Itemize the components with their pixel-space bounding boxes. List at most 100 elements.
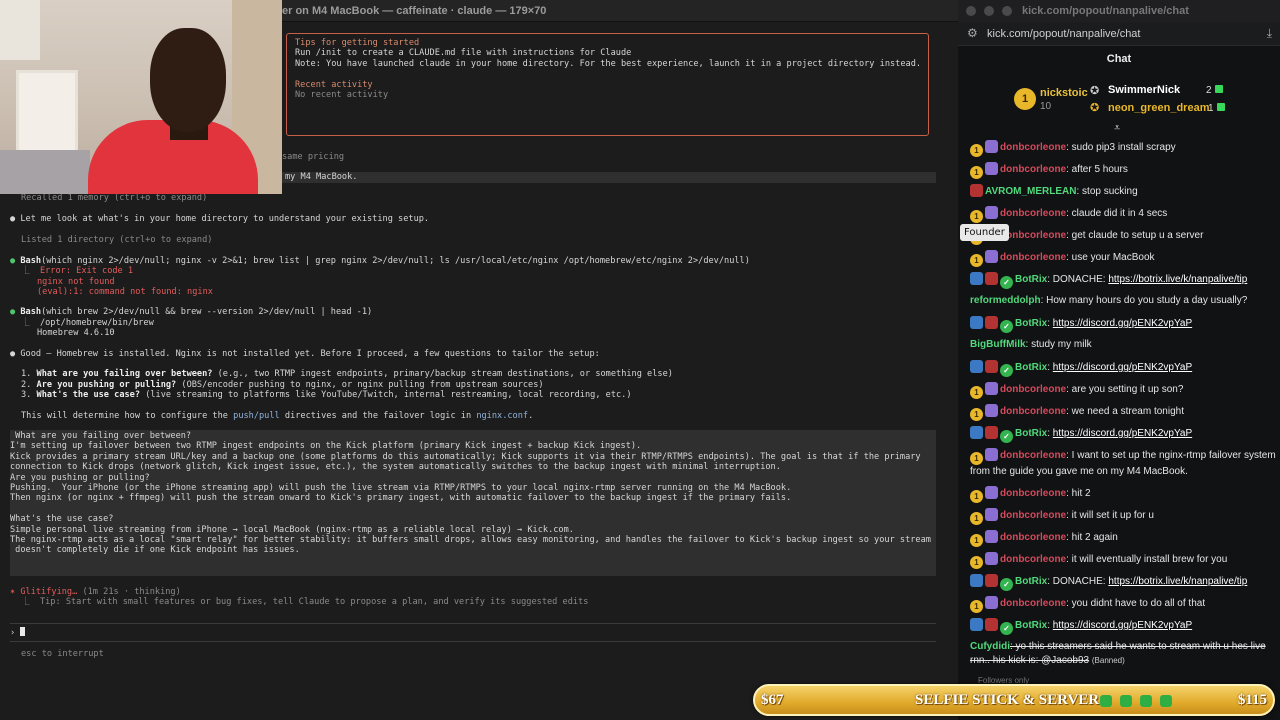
question-detail: (live streaming to platforms like YouTub…: [140, 390, 632, 400]
chat-header: Chat: [1106, 53, 1132, 65]
mod-badge-icon: [985, 360, 998, 373]
output-text: /opt/homebrew/bin/brew: [39, 318, 154, 328]
leader-count: 1: [1208, 103, 1225, 114]
answer-line: What are you failing over between?: [10, 431, 192, 441]
mod-badge-icon: [985, 272, 998, 285]
tip-line-1: Run /init to create a CLAUDE.md file wit…: [295, 48, 632, 58]
chat-link[interactable]: https://discord.gg/pENK2vpYaP: [1053, 362, 1192, 373]
chat-username[interactable]: BigBuffMilk: [970, 339, 1026, 350]
chat-message: 1 donbcorleone: it will set it up for u: [970, 508, 1276, 525]
listed-directory[interactable]: Listed 1 directory (ctrl+o to expand): [21, 235, 212, 246]
status-tip: ⎿ Tip: Start with small features or bug …: [21, 597, 589, 607]
chat-username[interactable]: donbcorleone: [1000, 384, 1066, 395]
webcam-window: [16, 70, 78, 156]
chat-text: : it will set it up for u: [1066, 510, 1154, 521]
chat-username[interactable]: BotRix: [1015, 576, 1047, 587]
leader-name[interactable]: nickstoic: [1040, 87, 1088, 99]
bot-badge-icon: [970, 426, 983, 439]
chat-username[interactable]: donbcorleone: [1000, 532, 1066, 543]
chat-username[interactable]: donbcorleone: [1000, 208, 1066, 219]
webcam-overlay: [0, 0, 282, 194]
site-settings-icon[interactable]: ⚙: [967, 26, 978, 40]
close-dot-icon[interactable]: [966, 6, 976, 16]
chat-text: : we need a stream tonight: [1066, 406, 1184, 417]
chat-text: : How many hours do you study a day usua…: [1040, 295, 1248, 306]
chat-message: ✓ BotRix: https://discord.gg/pENK2vpYaP: [970, 426, 1276, 443]
chat-username[interactable]: BotRix: [1015, 428, 1047, 439]
coin-badge-icon: 1: [970, 386, 983, 399]
gift-icon: [1216, 103, 1225, 111]
pricing-text: same pricing: [282, 152, 345, 162]
answer-line: I'm setting up failover between two RTMP…: [10, 441, 642, 452]
question-title: Are you pushing or pulling?: [36, 380, 177, 390]
chat-username[interactable]: BotRix: [1015, 620, 1047, 631]
chat-link[interactable]: https://botrix.live/k/nanpalive/tip: [1108, 576, 1247, 587]
sub-badge-icon: [985, 404, 998, 417]
chat-username[interactable]: reformeddolph: [970, 295, 1041, 306]
chat-message: 1 donbcorleone: after 5 hours: [970, 162, 1276, 179]
mod-badge-icon: [985, 426, 998, 439]
error-line-3: (eval):1: command not found: nginx: [37, 287, 213, 297]
bash-command: (which brew 2>/dev/null && brew --versio…: [41, 307, 373, 317]
sub-badge-icon: [985, 382, 998, 395]
chat-message: 1 donbcorleone: hit 2 again: [970, 530, 1276, 547]
chat-text: : claude did it in 4 secs: [1066, 208, 1168, 219]
chat-username[interactable]: donbcorleone: [1000, 598, 1066, 609]
chat-username[interactable]: BotRix: [1015, 274, 1047, 285]
tip-line-2: Note: You have launched claude in your h…: [295, 59, 922, 69]
chat-username[interactable]: donbcorleone: [1000, 164, 1066, 175]
chat-username[interactable]: BotRix: [1015, 318, 1047, 329]
chat-username[interactable]: donbcorleone: [1000, 510, 1066, 521]
chat-link[interactable]: https://botrix.live/k/nanpalive/tip: [1108, 274, 1247, 285]
chat-message: Cufydidi: yo this streamers said he want…: [970, 640, 1276, 668]
terminal-title: er on M4 MacBook — caffeinate · claude —…: [282, 5, 547, 17]
chat-username[interactable]: donbcorleone: [1000, 488, 1066, 499]
url-text[interactable]: kick.com/popout/nanpalive/chat: [987, 28, 1140, 40]
chat-username[interactable]: AVROM_MERLEAN: [985, 186, 1076, 197]
mod-badge-icon: [985, 316, 998, 329]
minimize-dot-icon[interactable]: [984, 6, 994, 16]
webcam-background-window: [0, 0, 40, 60]
chat-username[interactable]: donbcorleone: [1000, 252, 1066, 263]
chat-message: ✓ BotRix: https://discord.gg/pENK2vpYaP: [970, 618, 1276, 635]
prompt-input[interactable]: ›: [10, 627, 26, 639]
chat-text: : it will eventually install brew for yo…: [1066, 554, 1228, 565]
chat-text: : after 5 hours: [1066, 164, 1128, 175]
banner-goal-amount: $115: [1237, 692, 1267, 708]
emote-icon: [1120, 695, 1132, 707]
chat-username[interactable]: donbcorleone: [1000, 450, 1066, 461]
chat-username[interactable]: donbcorleone: [1000, 554, 1066, 565]
founder-tooltip: Founder: [960, 224, 1009, 241]
url-bar[interactable]: ⚙ kick.com/popout/nanpalive/chat ⤓: [958, 22, 1280, 46]
chat-text: : use your MacBook: [1066, 252, 1155, 263]
chat-username[interactable]: donbcorleone: [1000, 230, 1066, 241]
error-text: Error: Exit code 1: [39, 266, 134, 276]
sub-badge-icon: [985, 596, 998, 609]
chat-link[interactable]: https://discord.gg/pENK2vpYaP: [1053, 318, 1192, 329]
leader-count: 2: [1206, 85, 1223, 96]
bot-badge-icon: [970, 360, 983, 373]
recalled-memory[interactable]: Recalled 1 memory (ctrl+o to expand): [21, 193, 207, 204]
chat-username[interactable]: Cufydidi: [970, 641, 1010, 652]
bash-command: (which nginx 2>/dev/null; nginx -v 2>&1;…: [41, 256, 750, 266]
coin-badge-icon: 1: [970, 556, 983, 569]
download-icon[interactable]: ⤓: [1267, 26, 1272, 41]
webcam-bed: [0, 150, 90, 194]
leader-name[interactable]: SwimmerNick: [1108, 84, 1180, 96]
coin-badge-icon: 1: [970, 490, 983, 503]
assistant-line-2: ● Good — Homebrew is installed. Nginx is…: [10, 349, 600, 360]
chat-text: : get claude to setup u a server: [1066, 230, 1204, 241]
sub-badge-icon: [985, 508, 998, 521]
chat-text: : study my milk: [1025, 339, 1092, 350]
chat-message: AVROM_MERLEAN: stop sucking: [970, 184, 1276, 199]
chat-username[interactable]: donbcorleone: [1000, 406, 1066, 417]
zoom-dot-icon[interactable]: [1002, 6, 1012, 16]
chat-username[interactable]: BotRix: [1015, 362, 1047, 373]
mod-badge-icon: [985, 574, 998, 587]
chat-message: 1 donbcorleone: hit 2: [970, 486, 1276, 503]
chat-username[interactable]: donbcorleone: [1000, 142, 1066, 153]
chat-link[interactable]: https://discord.gg/pENK2vpYaP: [1053, 428, 1192, 439]
leader-name[interactable]: neon_green_dream: [1108, 102, 1209, 114]
chevron-down-icon[interactable]: ⩡: [1114, 122, 1120, 135]
chat-link[interactable]: https://discord.gg/pENK2vpYaP: [1053, 620, 1192, 631]
